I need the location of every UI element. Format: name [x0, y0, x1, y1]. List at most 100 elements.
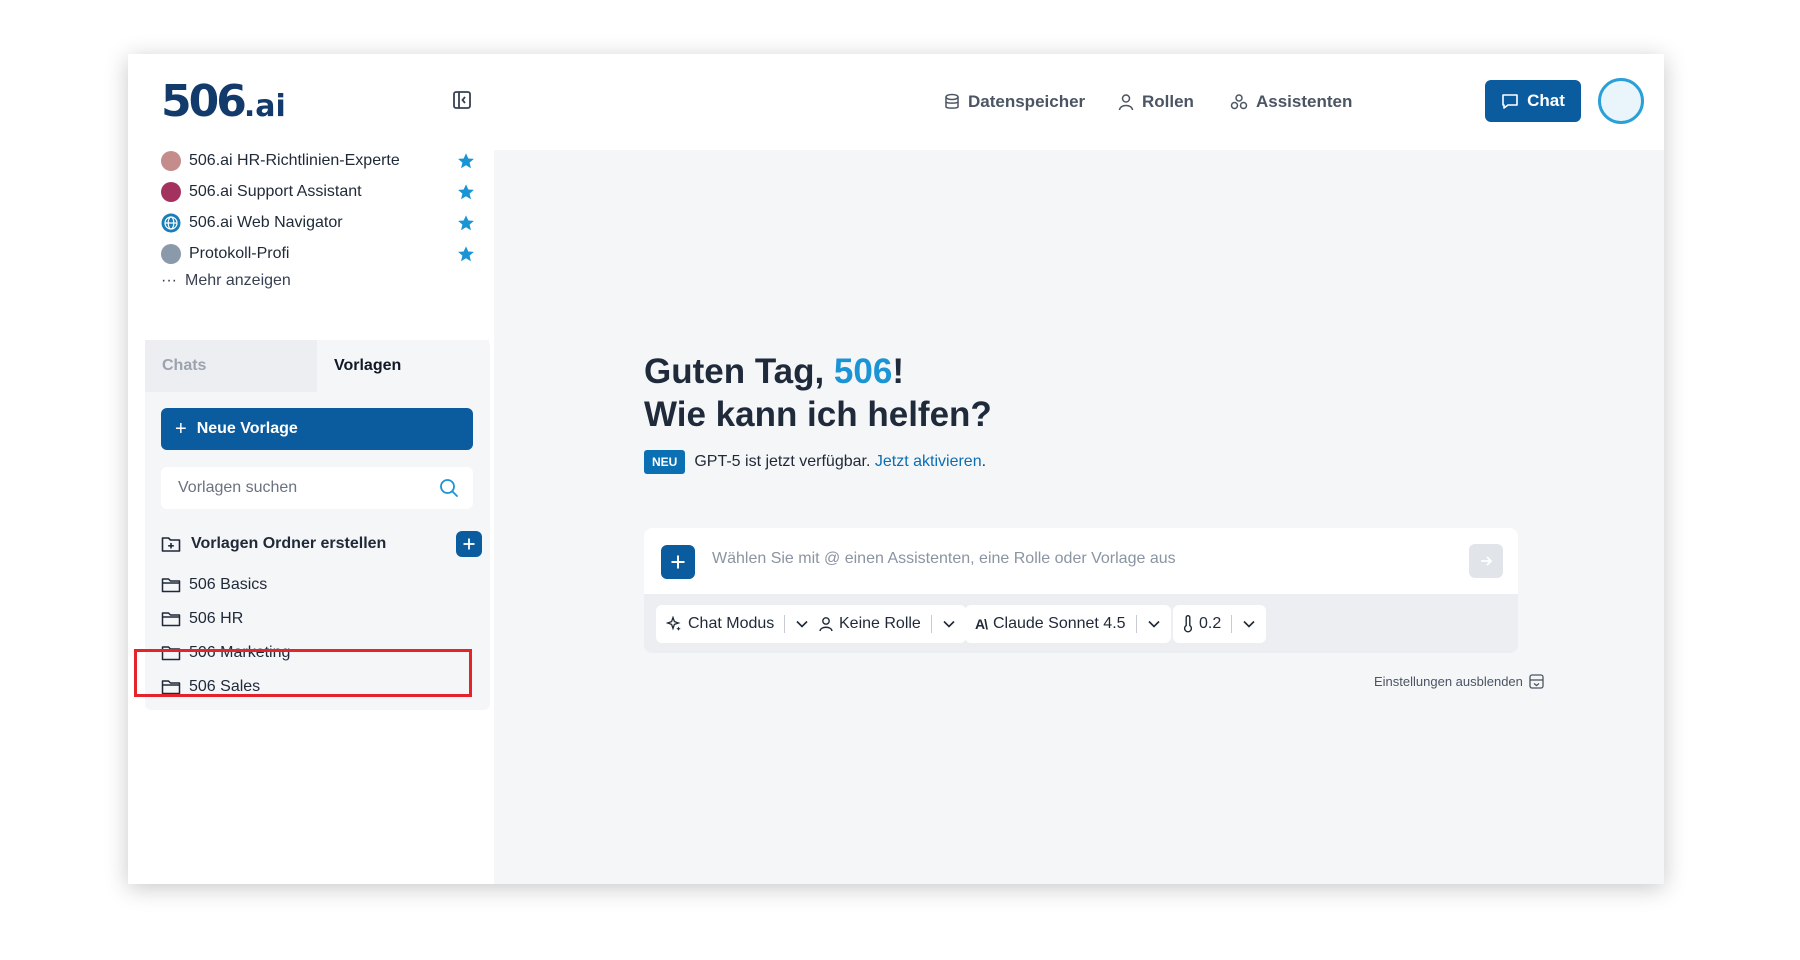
folder-label: 506 HR: [189, 610, 244, 627]
model-label: Claude Sonnet 4.5: [993, 615, 1126, 632]
new-feature-notice: NEU GPT-5 ist jetzt verfügbar. Jetzt akt…: [644, 450, 986, 474]
favorite-label: 506.ai Web Navigator: [189, 214, 343, 231]
greeting-suffix: !: [892, 352, 904, 391]
send-button[interactable]: [1469, 544, 1503, 578]
nav-datenspeicher[interactable]: Datenspeicher: [944, 90, 1085, 114]
user-icon: [1118, 94, 1134, 111]
favorite-label: 506.ai HR-Richtlinien-Experte: [189, 152, 400, 169]
folder-item[interactable]: 506 Basics: [161, 572, 267, 598]
logo[interactable]: 506.ai: [161, 76, 286, 127]
assistant-avatar-icon: [161, 182, 181, 202]
activate-link[interactable]: Jetzt aktivieren: [875, 453, 982, 470]
assistant-avatar-icon: [161, 244, 181, 264]
tab-vorlagen[interactable]: Vorlagen: [317, 340, 489, 392]
greeting-line-2: Wie kann ich helfen?: [644, 395, 992, 434]
show-more-link[interactable]: ··· Mehr anzeigen: [161, 272, 291, 290]
tab-chats[interactable]: Chats: [145, 340, 317, 392]
sparkle-icon: [666, 616, 681, 631]
thermometer-icon: [1183, 615, 1193, 633]
chat-button-label: Chat: [1527, 91, 1565, 110]
favorite-item-hr-expert[interactable]: 506.ai HR-Richtlinien-Experte: [161, 148, 481, 174]
template-search: [161, 467, 473, 509]
folder-icon: [161, 612, 181, 627]
notice-text: GPT-5 ist jetzt verfügbar. Jetzt aktivie…: [694, 453, 986, 471]
mode-label: Chat Modus: [688, 615, 775, 632]
role-label: Keine Rolle: [839, 615, 921, 632]
template-search-input[interactable]: [178, 479, 428, 497]
arrow-right-icon: [1481, 556, 1493, 566]
folder-label: 506 Basics: [189, 576, 268, 593]
favorite-item-protokoll[interactable]: Protokoll-Profi: [161, 241, 481, 267]
chip-divider: [1135, 615, 1137, 633]
nav-datenspeicher-label: Datenspeicher: [968, 92, 1086, 111]
database-icon: [945, 93, 959, 109]
favorite-item-web-navigator[interactable]: 506.ai Web Navigator: [161, 210, 481, 236]
chevron-down-icon: [1243, 620, 1255, 628]
chevron-down-icon: [796, 620, 808, 628]
chat-button[interactable]: Chat: [1485, 80, 1581, 122]
hide-settings-label: Einstellungen ausblenden: [1374, 674, 1523, 689]
folder-icon: [161, 578, 181, 593]
favorite-label: Protokoll-Profi: [189, 245, 290, 262]
attach-button[interactable]: [661, 545, 695, 579]
mode-select[interactable]: Chat Modus: [656, 605, 820, 643]
prompt-input[interactable]: [712, 550, 1432, 568]
new-template-button[interactable]: + Neue Vorlage: [161, 408, 473, 450]
plus-icon: [463, 538, 475, 550]
star-icon[interactable]: [457, 152, 475, 170]
greeting-name: 506: [833, 352, 893, 391]
collapse-panel-icon: [1529, 674, 1544, 689]
notice-body: GPT-5 ist jetzt verfügbar.: [694, 453, 871, 470]
globe-icon: [161, 213, 181, 233]
new-badge: NEU: [644, 450, 686, 474]
star-icon[interactable]: [457, 183, 475, 201]
app-window: 506.ai Datenspeicher Rollen Assistenten …: [128, 54, 1664, 884]
main-content: Guten Tag, 506! Wie kann ich helfen? NEU…: [494, 150, 1664, 884]
hide-settings-link[interactable]: Einstellungen ausblenden: [1374, 674, 1544, 689]
favorite-item-support[interactable]: 506.ai Support Assistant: [161, 179, 481, 205]
logo-main: 506: [161, 76, 247, 127]
star-icon[interactable]: [457, 245, 475, 263]
assistant-avatar-icon: [161, 151, 181, 171]
chevron-down-icon: [1147, 620, 1160, 628]
favorite-label: 506.ai Support Assistant: [189, 183, 362, 200]
panel-tabs: Chats Vorlagen: [145, 340, 490, 392]
chevron-down-icon: [943, 620, 955, 628]
more-dots-icon: ···: [161, 272, 177, 289]
model-select[interactable]: A\ Claude Sonnet 4.5: [965, 605, 1171, 643]
sidebar: 506.ai HR-Richtlinien-Experte 506.ai Sup…: [128, 150, 494, 884]
greeting: Guten Tag, 506! Wie kann ich helfen?: [644, 350, 992, 436]
create-folder-label: Vorlagen Ordner erstellen: [191, 535, 387, 552]
user-avatar[interactable]: [1598, 78, 1644, 124]
search-icon[interactable]: [439, 478, 459, 498]
role-select[interactable]: Keine Rolle: [809, 605, 966, 643]
logo-suffix: .ai: [243, 89, 286, 124]
temperature-select[interactable]: 0.2: [1173, 605, 1267, 643]
prompt-composer: Chat Modus Keine Rolle A\ Claude Sonnet …: [644, 528, 1518, 653]
new-template-label: Neue Vorlage: [196, 420, 298, 437]
sidebar-collapse-icon[interactable]: [452, 90, 472, 110]
plus-icon: +: [175, 417, 187, 440]
nav-assistenten[interactable]: Assistenten: [1230, 90, 1352, 114]
chip-divider: [1231, 615, 1233, 633]
greeting-prefix: Guten Tag,: [644, 352, 834, 391]
plus-icon: [671, 555, 685, 569]
assistants-icon: [1230, 94, 1248, 110]
greeting-line-1: Guten Tag, 506!: [644, 350, 992, 393]
chip-divider: [784, 615, 786, 633]
composer-input-area: [644, 528, 1518, 594]
anthropic-icon: A\: [975, 616, 988, 632]
add-folder-button[interactable]: [456, 531, 482, 557]
temperature-label: 0.2: [1199, 615, 1222, 632]
user-icon: [819, 617, 833, 632]
show-more-label: Mehr anzeigen: [184, 272, 291, 289]
folder-item[interactable]: 506 HR: [161, 606, 243, 632]
star-icon[interactable]: [457, 214, 475, 232]
highlight-box: [134, 649, 472, 697]
top-header: 506.ai Datenspeicher Rollen Assistenten …: [128, 54, 1664, 150]
nav-assistenten-label: Assistenten: [1256, 92, 1353, 111]
create-folder-row[interactable]: Vorlagen Ordner erstellen: [161, 530, 483, 558]
nav-rollen-label: Rollen: [1142, 92, 1194, 111]
nav-rollen[interactable]: Rollen: [1118, 90, 1194, 114]
folder-plus-icon: [161, 537, 181, 552]
